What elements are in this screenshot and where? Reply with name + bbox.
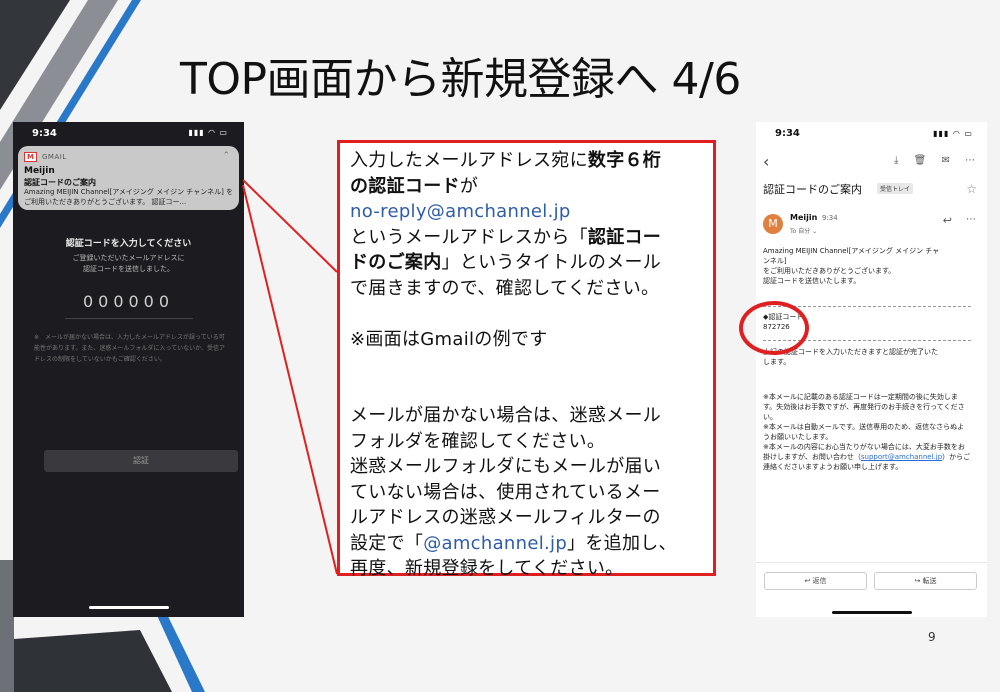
email-sender: Meijin [790, 213, 818, 222]
code-input-underline [65, 318, 193, 319]
star-icon[interactable]: ☆ [966, 182, 977, 196]
instruction-text: 」を追加し、 [567, 532, 677, 554]
gmail-example-note: ※画面はGmailの例です [350, 328, 548, 350]
instruction-text: が [459, 175, 479, 197]
verification-code-input[interactable]: 000000 [13, 292, 244, 311]
inbox-label[interactable]: 受信トレイ [877, 183, 914, 194]
signal-wifi-battery-icon: ▮▮▮ ◠ ▭ [188, 128, 228, 137]
deco-stripe-bottom-dark [0, 630, 172, 692]
status-bar: 9:34 ▮▮▮ ◠ ▭ [13, 122, 244, 144]
instruction-emphasis: 数字６桁 [587, 150, 662, 171]
instruction-text: というメールアドレスから「 [350, 226, 588, 248]
email-body-line: をご利用いただきありがとうございます。 [763, 267, 896, 275]
email-body-line: Amazing MEIJIN Channel[アメイジング メイジン チャ [763, 247, 940, 255]
instruction-emphasis: の認証コード [350, 175, 460, 197]
avatar: M [763, 214, 783, 234]
home-indicator [89, 606, 169, 609]
divider [756, 562, 987, 563]
slide-title: TOP画面から新規登録へ 4/6 [180, 54, 741, 105]
instruction-text: 入力したメールアドレス宛に [350, 150, 588, 171]
deco-stripe-bottom-gray [0, 560, 14, 692]
instruction-line: 再度、新規登録をしてください。 [350, 558, 624, 579]
sender-address: no-reply@amchannel.jp [350, 201, 571, 222]
instruction-line: ルアドレスの迷惑メールフィルターの [350, 507, 661, 528]
reply-icon[interactable]: ↩ [943, 214, 952, 227]
page-number: 9 [928, 630, 936, 644]
spam-folder-note: ※ メールが届かない場合は、入力したメールアドレスが誤っている可能性があります。… [34, 334, 225, 363]
forward-button[interactable]: ↪ 転送 [874, 572, 977, 590]
instruction-box: 入力したメールアドレス宛に数字６桁 の認証コードが no-reply@amcha… [337, 140, 716, 579]
email-subject: 認証コードのご案内 [763, 183, 862, 196]
instruction-line: ていない場合は、使用されているメー [350, 481, 661, 503]
code-highlight-circle [739, 301, 809, 355]
email-note: ※本メールは自動メールです。送信専用のため、返信なさらぬようお願いいたします。 [763, 423, 965, 441]
status-time: 9:34 [775, 128, 800, 139]
verification-subtext-line2: 認証コードを送信しました。 [83, 265, 174, 273]
verification-heading: 認証コードを入力してください [65, 239, 192, 249]
instruction-line: 入力したメールアドレス宛に数字６桁 [350, 148, 699, 174]
verification-subtext-line1: ご登録いただいたメールアドレスに [72, 254, 185, 262]
email-note: ※本メールの内容にお心当たりがない場合には、大変お手数をお掛けしますが、お問い合… [763, 442, 971, 472]
instruction-emphasis: 認証コー [587, 226, 662, 248]
instruction-line: ドのご案内」というタイトルのメール [350, 250, 699, 276]
signal-wifi-battery-icon: ▮▮▮ ◠ ▭ [933, 129, 973, 138]
verify-button[interactable]: 認証 [44, 450, 238, 472]
home-indicator [832, 611, 912, 614]
email-recipient[interactable]: To 自分 ⌄ [790, 226, 817, 235]
status-time: 9:34 [32, 128, 57, 139]
notification-sender: Meijin [24, 166, 55, 176]
email-notes: ※本メールに記載のある認証コードは一定期間の後に失効します。失効後はお手数ですが… [763, 392, 971, 472]
instruction-line: というメールアドレスから「認証コー [350, 225, 699, 251]
instruction-line: フォルダを確認してください。 [350, 430, 606, 452]
instruction-line: の認証コードが [350, 174, 699, 200]
email-body-line: します。 [763, 358, 791, 366]
more-icon[interactable]: ⋯ [966, 214, 976, 225]
email-time: 9:34 [822, 214, 838, 222]
chevron-up-icon: ⌃ [222, 151, 230, 161]
instruction-line: 迷惑メールフォルダにもメールが届い [350, 456, 662, 477]
support-email-link[interactable]: support@amchannel.jp [861, 453, 942, 461]
instruction-line: で届きますので、確認してください。 [350, 277, 660, 299]
notification-body: Amazing MEIJIN Channel[アメイジング メイジン チャンネル… [24, 188, 234, 206]
mail-toolbar-icons[interactable]: ⤓ 🗑 ✉ ⋯ [894, 155, 975, 166]
phone-screenshot-verification-input: 9:34 ▮▮▮ ◠ ▭ M GMAIL ⌃ Meijin 認証コードのご案内 … [13, 122, 244, 617]
gmail-notification[interactable]: M GMAIL ⌃ Meijin 認証コードのご案内 Amazing MEIJI… [18, 146, 239, 210]
gmail-icon: M [24, 152, 37, 162]
email-body-line: 認証コードを送信いたします。 [763, 277, 861, 285]
email-body-intro: Amazing MEIJIN Channel[アメイジング メイジン チャ ンネ… [763, 246, 971, 286]
phone-screenshot-gmail: 9:34 ▮▮▮ ◠ ▭ ‹ ⤓ 🗑 ✉ ⋯ 認証コードのご案内 受信トレイ ☆… [756, 122, 987, 617]
verification-subtext: ご登録いただいたメールアドレスに 認証コードを送信しました。 [13, 253, 244, 275]
instruction-text: 」というタイトルのメール [441, 252, 662, 273]
instruction-line: 設定で「@amchannel.jp」を追加し、 [350, 531, 699, 557]
instruction-emphasis: ドのご案内 [350, 252, 442, 273]
email-body-line: ンネル] [763, 257, 787, 265]
back-icon[interactable]: ‹ [763, 152, 769, 171]
notification-app-name: GMAIL [42, 153, 67, 161]
instruction-line: メールが届かない場合は、迷惑メール [350, 405, 662, 426]
reply-button[interactable]: ↩ 返信 [764, 572, 867, 590]
domain-text: @amchannel.jp [423, 532, 568, 554]
email-note: ※本メールに記載のある認証コードは一定期間の後に失効します。失効後はお手数ですが… [763, 393, 965, 421]
instruction-text: 設定で「 [350, 532, 424, 554]
